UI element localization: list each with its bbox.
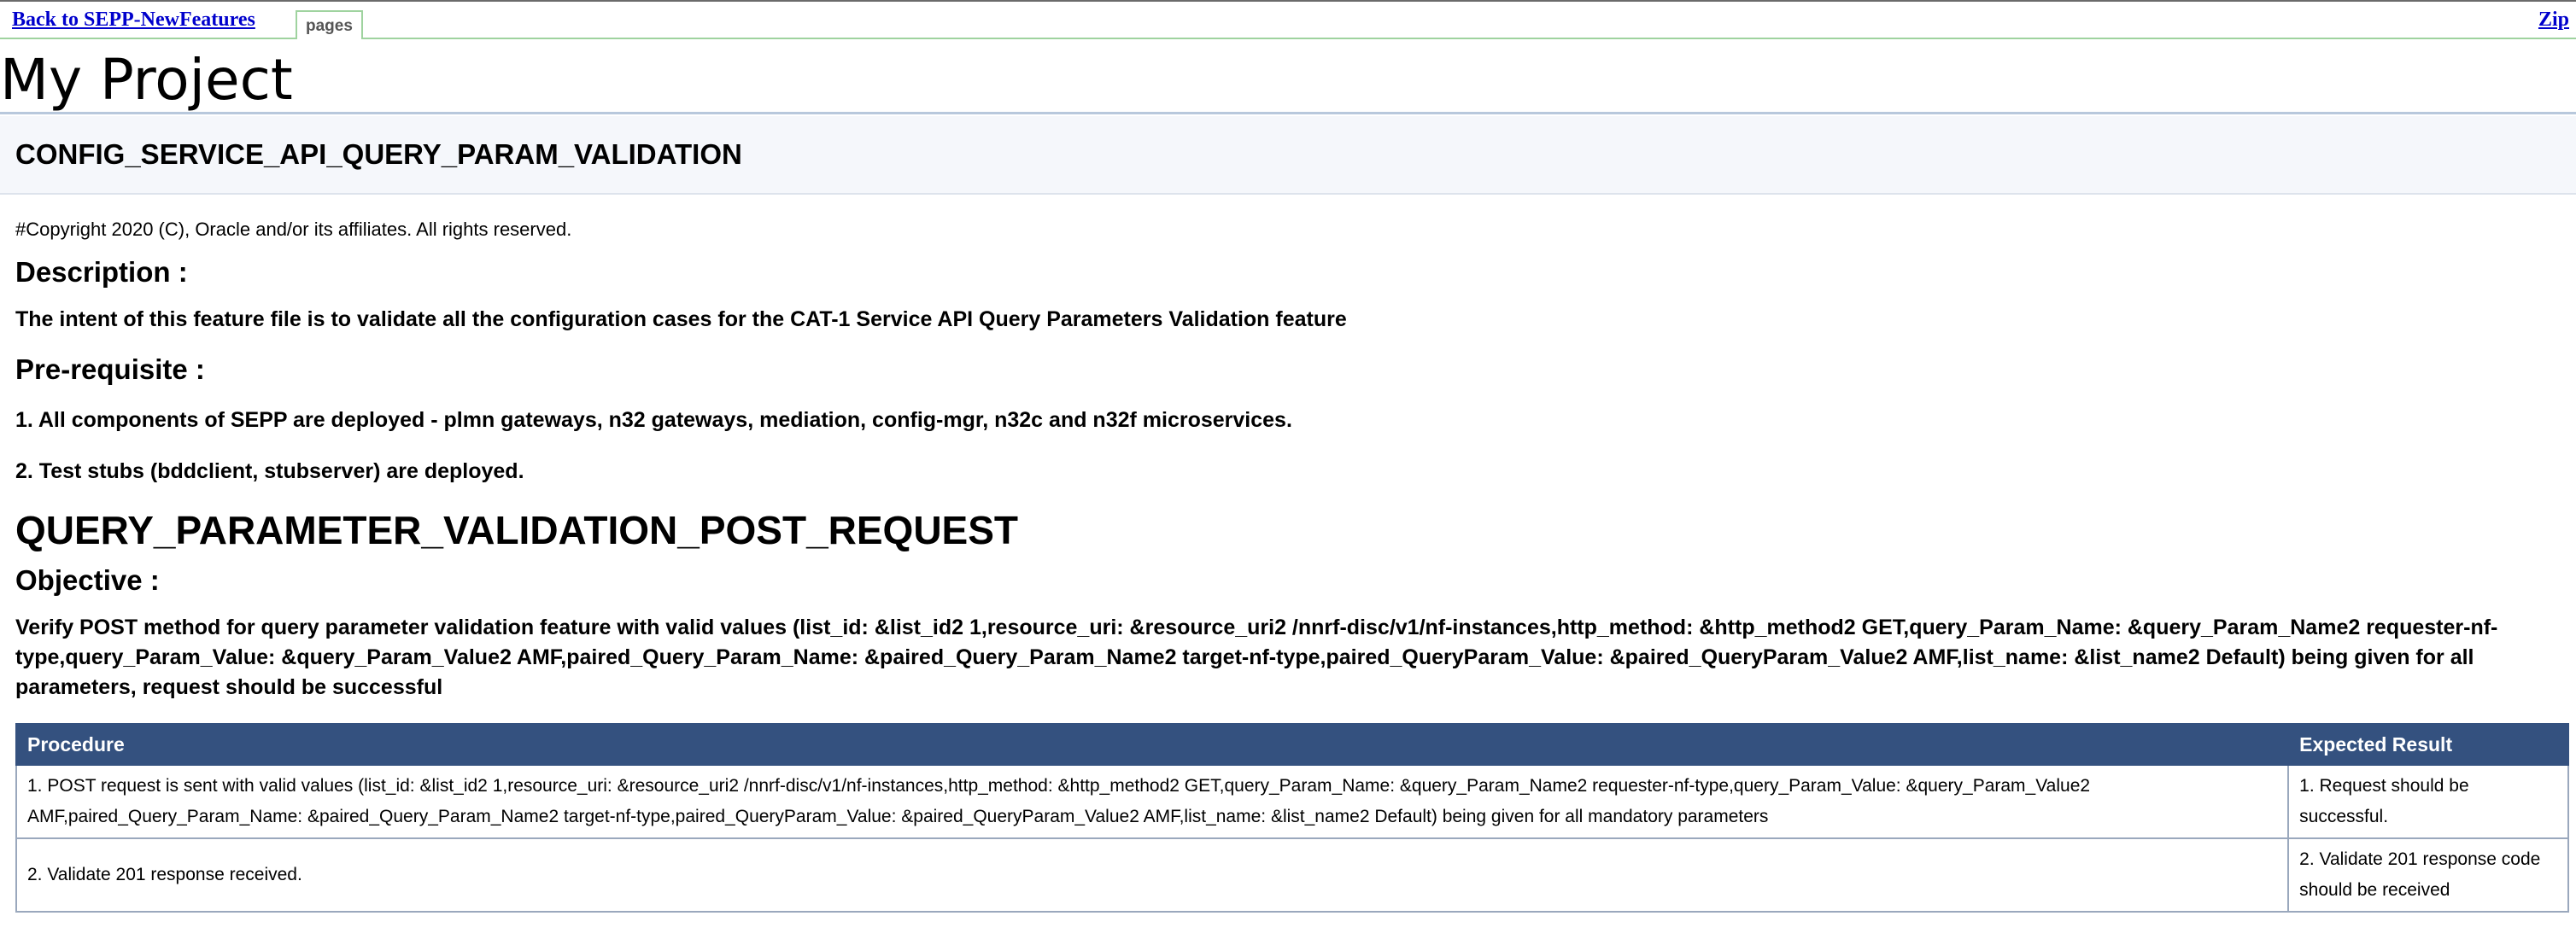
prerequisite-heading: Pre-requisite : <box>15 353 205 385</box>
back-link[interactable]: Back to SEPP-NewFeatures <box>12 9 255 32</box>
scenario-title: QUERY_PARAMETER_VALIDATION_POST_REQUEST <box>15 508 1019 552</box>
zip-link[interactable]: Zip <box>2538 9 2569 32</box>
prerequisite-item: 1. All components of SEPP are deployed -… <box>15 408 1292 432</box>
expected-result-column-header: Expected Result <box>2287 723 2569 766</box>
objective-heading: Objective : <box>15 564 160 596</box>
table-row: 1. POST request is sent with valid value… <box>15 764 2569 839</box>
prerequisite-item: 2. Test stubs (bddclient, stubserver) ar… <box>15 459 524 483</box>
table-row: 2. Validate 201 response received. 2. Va… <box>15 837 2569 913</box>
expected-result-cell: 2. Validate 201 response code should be … <box>2287 837 2569 913</box>
expected-result-cell: 1. Request should be successful. <box>2287 764 2569 839</box>
project-title: My Project <box>0 39 2576 114</box>
feature-header: CONFIG_SERVICE_API_QUERY_PARAM_VALIDATIO… <box>0 116 2576 195</box>
copyright-text: #Copyright 2020 (C), Oracle and/or its a… <box>15 219 572 240</box>
tab-pages[interactable]: pages <box>296 10 363 39</box>
description-text: The intent of this feature file is to va… <box>15 307 1347 331</box>
objective-text: Verify POST method for query parameter v… <box>15 616 2498 699</box>
table-header-row: Procedure Expected Result <box>15 723 2569 766</box>
description-heading: Description : <box>15 256 188 288</box>
feature-title: CONFIG_SERVICE_API_QUERY_PARAM_VALIDATIO… <box>15 138 742 170</box>
procedure-table: Procedure Expected Result 1. POST reques… <box>15 723 2569 913</box>
feature-content: #Copyright 2020 (C), Oracle and/or its a… <box>0 219 2576 913</box>
procedure-column-header: Procedure <box>15 723 2290 766</box>
procedure-cell: 2. Validate 201 response received. <box>15 837 2290 913</box>
top-navigation-bar: Back to SEPP-NewFeatures pages Zip <box>0 0 2576 39</box>
procedure-cell: 1. POST request is sent with valid value… <box>15 764 2290 839</box>
